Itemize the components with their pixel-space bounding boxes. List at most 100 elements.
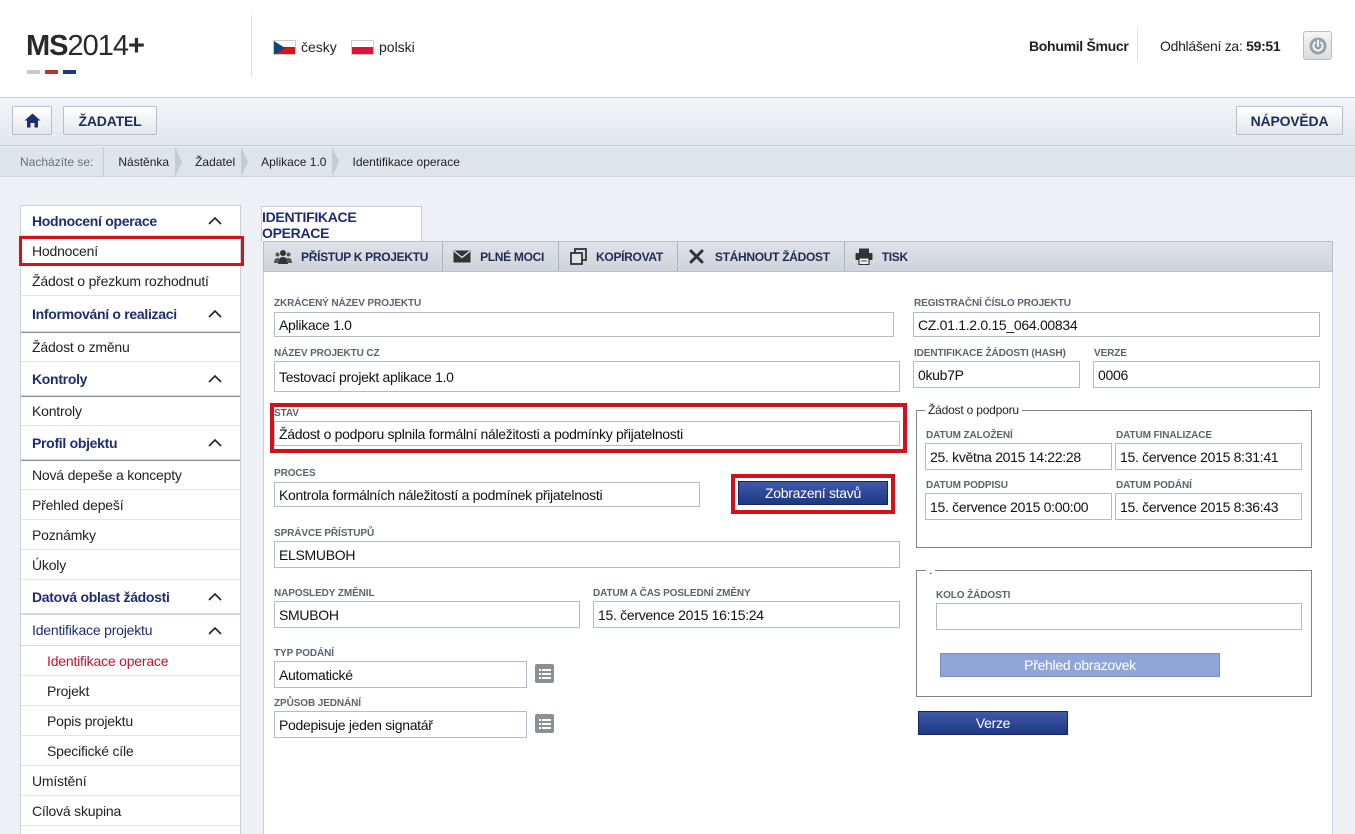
kopirovat-button[interactable]: KOPÍROVAT bbox=[559, 242, 678, 271]
zpusob-list-button[interactable] bbox=[535, 714, 554, 733]
stav-field[interactable]: Žádost o podporu splnila formální náleži… bbox=[274, 421, 900, 446]
chevron-up-icon bbox=[208, 438, 222, 447]
zpusob-label: ZPŮSOB JEDNÁNÍ bbox=[274, 698, 361, 709]
breadcrumb-item[interactable]: Žadatel bbox=[181, 146, 249, 177]
datum-zmeny-field[interactable]: 15. července 2015 16:15:24 bbox=[593, 601, 900, 628]
prehled-obrazovek-button[interactable]: Přehled obrazovek bbox=[940, 653, 1220, 677]
sidebar-section-informovani[interactable]: Informování o realizaci bbox=[21, 296, 240, 332]
spravce-field[interactable]: ELSMUBOH bbox=[274, 541, 900, 568]
reg-cislo-field[interactable]: CZ.01.1.2.0.15_064.00834 bbox=[913, 312, 1320, 337]
datum-finalizace-field[interactable]: 15. července 2015 8:31:41 bbox=[1115, 443, 1302, 470]
chevron-up-icon bbox=[208, 626, 222, 635]
sidebar-item-prehled-depesi[interactable]: Přehled depeší bbox=[21, 490, 240, 520]
polish-flag-icon bbox=[351, 39, 374, 55]
sidebar-item-nova-depese[interactable]: Nová depeše a koncepty bbox=[21, 460, 240, 490]
datum-finalizace-label: DATUM FINALIZACE bbox=[1116, 430, 1212, 441]
sidebar-nav: Hodnocení operace Hodnocení Žádost o pře… bbox=[19, 205, 244, 834]
users-icon bbox=[274, 249, 292, 264]
nazev-cz-field[interactable]: Testovací projekt aplikace 1.0 bbox=[274, 361, 900, 392]
sidebar-item-kontroly[interactable]: Kontroly bbox=[21, 396, 240, 426]
naposledy-label: NAPOSLEDY ZMĚNIL bbox=[274, 588, 375, 599]
chevron-up-icon bbox=[208, 592, 222, 601]
zkraceny-nazev-label: ZKRÁCENÝ NÁZEV PROJEKTU bbox=[274, 298, 422, 309]
top-toolbar: ŽADATEL NÁPOVĚDA bbox=[0, 99, 1355, 146]
zobrazeni-stavu-button[interactable]: Zobrazení stavů bbox=[738, 481, 888, 505]
sidebar-item-poznamky[interactable]: Poznámky bbox=[21, 520, 240, 550]
sidebar-item-zadost-zmena[interactable]: Žádost o změnu bbox=[21, 332, 240, 362]
hash-field[interactable]: 0kub7P bbox=[913, 361, 1080, 388]
sidebar-item-popis-projektu[interactable]: Popis projektu bbox=[21, 706, 240, 736]
zadost-o-podporu-legend: Žádost o podporu bbox=[925, 403, 1022, 417]
stav-label: STAV bbox=[274, 408, 299, 419]
reg-cislo-label: REGISTRAČNÍ ČÍSLO PROJEKTU bbox=[914, 298, 1071, 309]
lang-polish[interactable]: polski bbox=[351, 39, 415, 55]
czech-flag-icon bbox=[273, 39, 296, 55]
sidebar-section-hodnoceni-operace[interactable]: Hodnocení operace bbox=[21, 206, 240, 236]
tab-identifikace-operace[interactable]: IDENTIFIKACE OPERACE bbox=[261, 206, 422, 242]
home-icon bbox=[24, 113, 40, 128]
copy-icon bbox=[569, 248, 587, 265]
typ-podani-field[interactable]: Automatické bbox=[274, 661, 527, 688]
header-divider bbox=[1137, 28, 1138, 62]
proces-field[interactable]: Kontrola formálních náležitostí a podmín… bbox=[274, 482, 700, 507]
datum-podpisu-field[interactable]: 15. července 2015 0:00:00 bbox=[925, 493, 1112, 520]
sidebar-section-datova-oblast[interactable]: Datová oblast žádosti bbox=[21, 580, 240, 614]
sidebar-subsection-identifikace-projektu[interactable]: Identifikace projektu bbox=[21, 614, 240, 646]
sidebar-item-identifikace-operace[interactable]: Identifikace operace bbox=[21, 646, 240, 676]
sidebar-section-profil[interactable]: Profil objektu bbox=[21, 426, 240, 460]
sidebar-item-projekt[interactable]: Projekt bbox=[21, 676, 240, 706]
zadatel-button[interactable]: ŽADATEL bbox=[63, 106, 157, 135]
logout-timer: Odhlášení za: 59:51 bbox=[1160, 38, 1281, 54]
section-label: Hodnocení operace bbox=[32, 212, 157, 229]
breadcrumb-item[interactable]: Aplikace 1.0 bbox=[247, 146, 340, 177]
breadcrumb: Nacházíte se: Nástěnka Žadatel Aplikace … bbox=[0, 146, 1355, 177]
printer-icon bbox=[855, 248, 873, 265]
kolo-group-legend: . bbox=[926, 563, 936, 577]
verze-button[interactable]: Verze bbox=[918, 711, 1068, 735]
zpusob-field[interactable]: Podepisuje jeden signatář bbox=[274, 711, 527, 738]
power-icon bbox=[1309, 37, 1326, 54]
kolo-zadosti-field[interactable] bbox=[936, 603, 1302, 630]
datum-zalozeni-field[interactable]: 25. května 2015 14:22:28 bbox=[925, 443, 1112, 470]
logout-button[interactable] bbox=[1303, 31, 1332, 60]
datum-podani-label: DATUM PODÁNÍ bbox=[1116, 480, 1192, 491]
datum-podani-field[interactable]: 15. července 2015 8:36:43 bbox=[1115, 493, 1302, 520]
breadcrumb-item[interactable]: Nástěnka bbox=[103, 146, 182, 177]
typ-podani-list-button[interactable] bbox=[535, 664, 554, 683]
help-button[interactable]: NÁPOVĚDA bbox=[1236, 106, 1343, 135]
sidebar-item-zadost-prezkum[interactable]: Žádost o přezkum rozhodnutí bbox=[21, 266, 240, 296]
sidebar-section-kontroly[interactable]: Kontroly bbox=[21, 362, 240, 396]
section-label: Informování o realizaci bbox=[32, 305, 177, 322]
sidebar-item-ukoly[interactable]: Úkoly bbox=[21, 550, 240, 580]
chevron-up-icon bbox=[208, 309, 222, 318]
tisk-button[interactable]: TISK bbox=[845, 242, 922, 271]
proces-label: PROCES bbox=[274, 468, 316, 479]
list-icon bbox=[538, 718, 551, 729]
sidebar-item-specificke-cile[interactable]: Specifické cíle bbox=[21, 736, 240, 766]
pristup-k-projektu-button[interactable]: PŘÍSTUP K PROJEKTU bbox=[264, 242, 444, 271]
typ-podani-label: TYP PODÁNÍ bbox=[274, 648, 334, 659]
naposledy-field[interactable]: SMUBOH bbox=[274, 601, 580, 628]
home-button[interactable] bbox=[12, 106, 52, 135]
sidebar-item-cilova-skupina[interactable]: Cílová skupina bbox=[21, 796, 240, 826]
ms2014-logo[interactable]: MS2014+ bbox=[26, 30, 145, 63]
nazev-cz-label: NÁZEV PROJEKTU CZ bbox=[274, 348, 380, 359]
section-label: Profil objektu bbox=[32, 434, 118, 451]
plne-moci-button[interactable]: PLNÉ MOCI bbox=[443, 242, 560, 271]
breadcrumb-item: Identifikace operace bbox=[352, 154, 460, 169]
zkraceny-nazev-field[interactable]: Aplikace 1.0 bbox=[274, 312, 894, 337]
list-icon bbox=[538, 668, 551, 679]
verze-field[interactable]: 0006 bbox=[1093, 361, 1320, 388]
sidebar-item-hodnoceni[interactable]: Hodnocení bbox=[19, 236, 244, 266]
subsection-label: Identifikace projektu bbox=[32, 622, 153, 638]
hash-label: IDENTIFIKACE ŽÁDOSTI (HASH) bbox=[914, 348, 1066, 359]
action-label: TISK bbox=[881, 249, 908, 264]
action-label: PŘÍSTUP K PROJEKTU bbox=[301, 249, 429, 264]
user-name: Bohumil Šmucr bbox=[1029, 38, 1129, 54]
lang-label: česky bbox=[301, 39, 337, 55]
lang-czech[interactable]: česky bbox=[273, 39, 337, 55]
stahnout-zadost-button[interactable]: STÁHNOUT ŽÁDOST bbox=[678, 242, 845, 271]
app-header: MS2014+ česky polski Bohumil Šmucr Odhlá… bbox=[0, 0, 1355, 98]
spravce-label: SPRÁVCE PŘÍSTUPŮ bbox=[274, 528, 375, 539]
sidebar-item-umisteni[interactable]: Umístění bbox=[21, 766, 240, 796]
